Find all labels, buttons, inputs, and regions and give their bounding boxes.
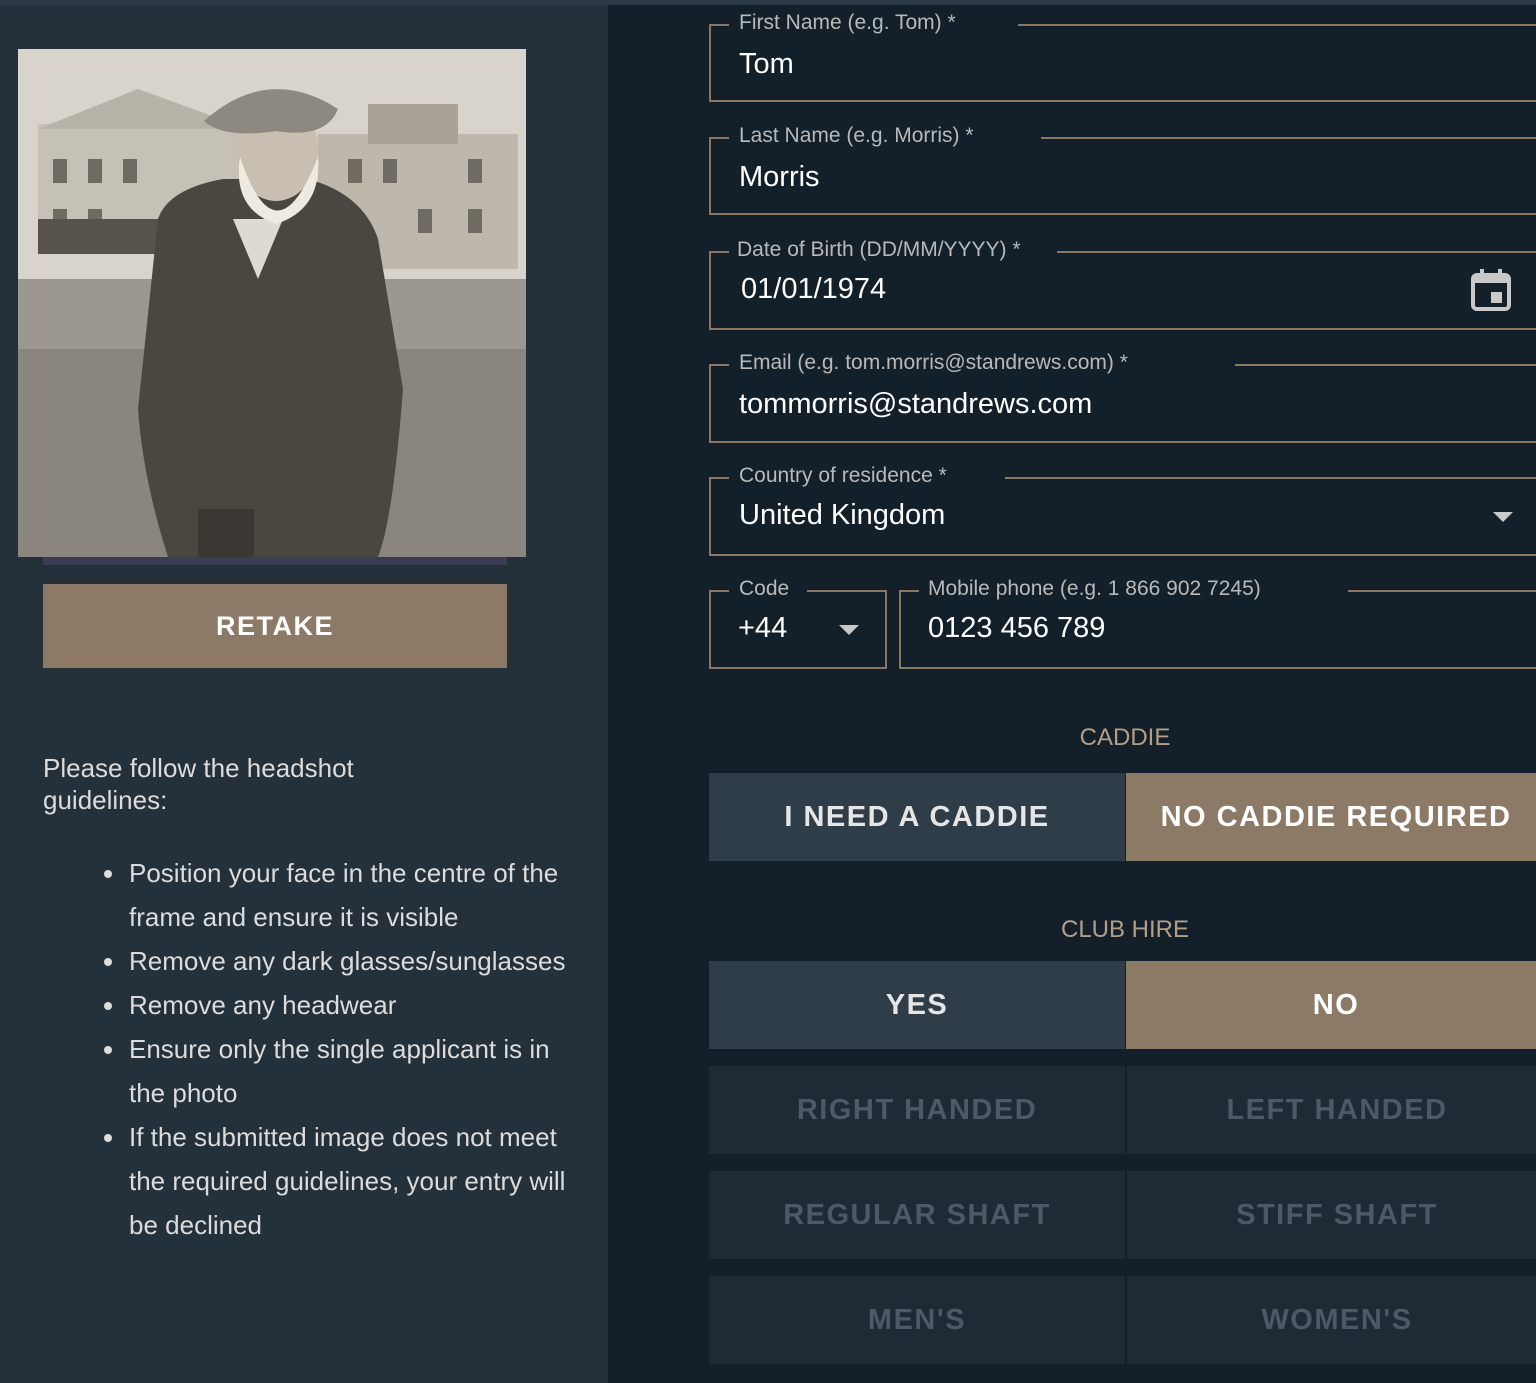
dob-label: Date of Birth (DD/MM/YYYY) *: [737, 238, 1021, 261]
dob-input[interactable]: 01/01/1974: [741, 273, 886, 306]
headshot-image: [18, 49, 526, 557]
calendar-icon[interactable]: [1470, 268, 1512, 312]
retake-button[interactable]: RETAKE: [43, 584, 507, 668]
caddie-title: CADDIE: [1079, 724, 1171, 751]
chevron-down-icon[interactable]: [839, 625, 859, 635]
guidelines-intro: Please follow the headshot guidelines:: [43, 753, 354, 815]
last-name-field[interactable]: Last Name (e.g. Morris) * Morris: [709, 124, 1536, 215]
guideline-item: Remove any dark glasses/sunglasses: [127, 939, 567, 983]
last-name-label: Last Name (e.g. Morris) *: [739, 124, 974, 147]
photo-frame-strip: [43, 557, 507, 565]
mobile-phone-field[interactable]: Mobile phone (e.g. 1 866 902 7245) 0123 …: [899, 577, 1536, 669]
chevron-down-icon[interactable]: [1493, 512, 1513, 522]
country-select[interactable]: Country of residence * United Kingdom: [709, 464, 1536, 556]
guideline-item: Position your face in the centre of the …: [127, 851, 567, 939]
guideline-item: If the submitted image does not meet the…: [127, 1115, 567, 1247]
dob-field[interactable]: Date of Birth (DD/MM/YYYY) * 01/01/1974: [709, 238, 1536, 330]
club-hire-yes-button[interactable]: YES: [709, 961, 1125, 1049]
club-hire-no-button[interactable]: NO: [1126, 961, 1536, 1049]
guideline-item: Remove any headwear: [127, 983, 567, 1027]
club-hire-title: CLUB HIRE: [1060, 916, 1190, 943]
right-handed-button[interactable]: RIGHT HANDED: [709, 1066, 1125, 1154]
womens-button[interactable]: WOMEN'S: [1127, 1276, 1536, 1364]
email-input[interactable]: tommorris@standrews.com: [739, 388, 1092, 421]
country-value[interactable]: United Kingdom: [739, 499, 945, 532]
country-label: Country of residence *: [739, 464, 947, 487]
first-name-field[interactable]: First Name (e.g. Tom) * Tom: [709, 11, 1536, 102]
guidelines-list: Position your face in the centre of the …: [85, 851, 567, 1247]
mobile-phone-input[interactable]: 0123 456 789: [928, 612, 1105, 645]
mens-button[interactable]: MEN'S: [709, 1276, 1125, 1364]
first-name-label: First Name (e.g. Tom) *: [739, 11, 956, 34]
need-caddie-button[interactable]: I NEED A CADDIE: [709, 773, 1125, 861]
stiff-shaft-button[interactable]: STIFF SHAFT: [1127, 1171, 1536, 1259]
mobile-phone-label: Mobile phone (e.g. 1 866 902 7245): [928, 577, 1261, 600]
country-code-select[interactable]: Code +44: [709, 577, 887, 669]
email-label: Email (e.g. tom.morris@standrews.com) *: [739, 351, 1128, 374]
code-label: Code: [739, 577, 790, 600]
guideline-item: Ensure only the single applicant is in t…: [127, 1027, 567, 1115]
code-value[interactable]: +44: [738, 612, 787, 645]
last-name-input[interactable]: Morris: [739, 161, 820, 194]
email-field[interactable]: Email (e.g. tom.morris@standrews.com) * …: [709, 351, 1536, 443]
regular-shaft-button[interactable]: REGULAR SHAFT: [709, 1171, 1125, 1259]
left-handed-button[interactable]: LEFT HANDED: [1127, 1066, 1536, 1154]
headshot-photo: [18, 49, 526, 557]
no-caddie-button[interactable]: NO CADDIE REQUIRED: [1126, 773, 1536, 861]
first-name-input[interactable]: Tom: [739, 48, 794, 81]
